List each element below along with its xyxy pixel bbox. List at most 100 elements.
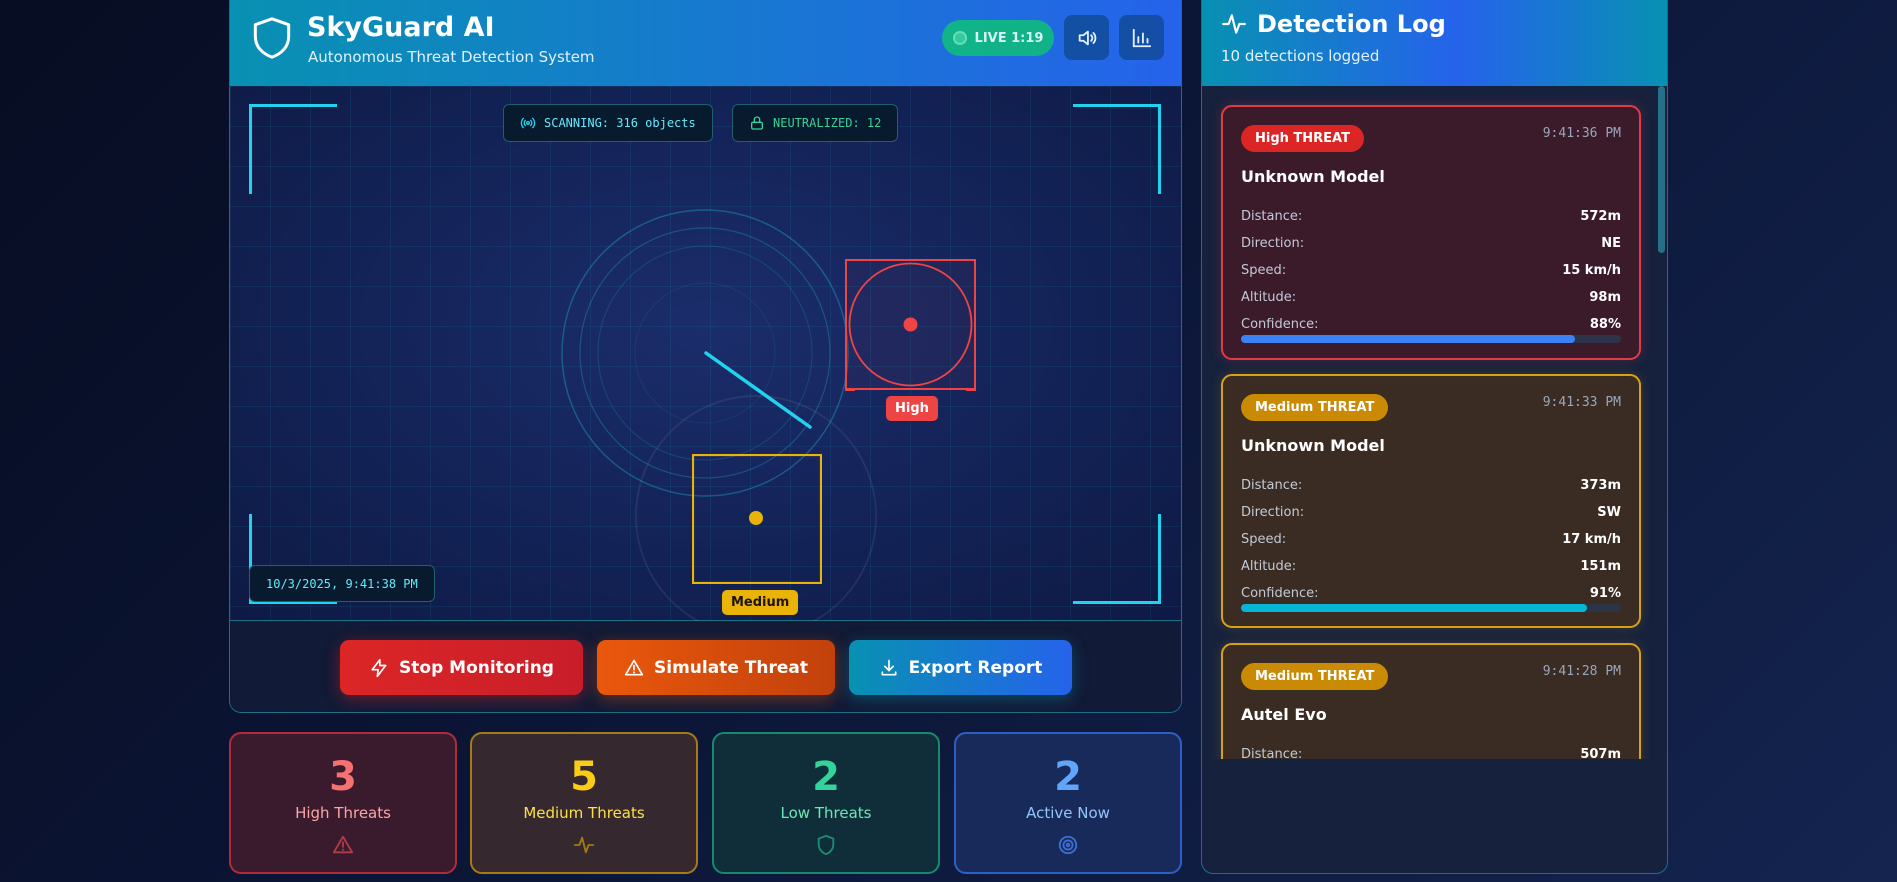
sound-toggle-button[interactable] [1064,15,1109,60]
download-icon [881,659,897,675]
scan-timestamp: 10/3/2025, 9:41:38 PM [249,565,435,602]
confidence-bar-fill [1241,604,1587,612]
confidence-bar [1241,335,1621,343]
confidence-row: Confidence: 88% [1241,314,1621,334]
stat-label: Low Threats [780,804,872,822]
detection-card[interactable]: High THREAT 9:41:36 PM Unknown Model Dis… [1221,105,1641,360]
target-icon [1058,835,1078,855]
radar-sweep-line [704,351,812,429]
live-indicator-dot [952,31,967,45]
altitude-row: Altitude: 98m [1241,287,1621,307]
confidence-label: Confidence: [1241,585,1319,601]
direction-row: Direction: SW [1241,502,1621,522]
stat-value: 5 [570,754,598,800]
distance-label: Distance: [1241,746,1303,760]
high-threat-target[interactable] [845,259,976,391]
export-report-label: Export Report [908,657,1043,678]
speed-value: 15 km/h [1562,262,1621,278]
confidence-value: 88% [1589,316,1621,332]
app-header: SkyGuard AI Autonomous Threat Detection … [230,0,1181,86]
direction-label: Direction: [1241,504,1305,520]
detection-card[interactable]: Medium THREAT 9:41:28 PM Autel Evo Dista… [1221,643,1641,759]
simulate-threat-button[interactable]: Simulate Threat [597,640,835,695]
distance-label: Distance: [1241,208,1303,224]
direction-value: NE [1601,235,1621,251]
distance-value: 507m [1580,746,1621,760]
detection-log-panel: Detection Log 10 detections logged High … [1201,0,1668,874]
pulse-icon [573,836,595,854]
altitude-label: Altitude: [1241,558,1297,574]
detection-log-count: 10 detections logged [1221,47,1380,65]
altitude-row: Altitude: 151m [1241,556,1621,576]
control-bar: Stop Monitoring Simulate Threat Export R… [230,621,1181,712]
high-target-label: High [886,396,938,421]
distance-value: 373m [1580,477,1621,493]
speed-label: Speed: [1241,531,1287,547]
stop-monitoring-label: Stop Monitoring [399,657,554,678]
distance-row: Distance: 572m [1241,206,1621,226]
shield-icon [817,834,835,856]
threat-level-badge: High THREAT [1241,125,1364,152]
detection-log-list[interactable]: High THREAT 9:41:36 PM Unknown Model Dis… [1202,86,1667,759]
app-title: SkyGuard AI [307,12,495,43]
live-status-label: LIVE 1:19 [974,30,1044,46]
stat-label: Medium Threats [523,804,645,822]
drone-model: Autel Evo [1241,705,1327,724]
speed-label: Speed: [1241,262,1287,278]
lightning-icon [371,658,387,677]
speed-row: Speed: 17 km/h [1241,529,1621,549]
distance-row: Distance: 507m [1241,744,1621,760]
stat-value: 2 [1054,754,1082,800]
medium-threat-target[interactable] [692,454,822,584]
altitude-label: Altitude: [1241,289,1297,305]
radar-scan-area: SCANNING: 316 objects NEUTRALIZED: 12 Hi… [230,86,1181,621]
app-subtitle: Autonomous Threat Detection System [308,48,595,66]
live-status-badge: LIVE 1:19 [942,20,1054,56]
pulse-icon [1222,14,1246,34]
threat-level-badge: Medium THREAT [1241,394,1389,421]
altitude-value: 98m [1589,289,1621,305]
distance-row: Distance: 373m [1241,475,1621,495]
confidence-bar [1241,604,1621,612]
direction-value: SW [1597,504,1621,520]
detection-log-header: Detection Log 10 detections logged [1202,0,1667,86]
direction-row: Direction: NE [1241,233,1621,253]
stat-card-medium: 5 Medium Threats [470,732,698,874]
warning-icon [624,659,644,675]
confidence-row: Confidence: 91% [1241,583,1621,603]
export-report-button[interactable]: Export Report [849,640,1072,695]
drone-model: Unknown Model [1241,167,1385,186]
detection-log-title: Detection Log [1257,10,1446,38]
stat-card-high: 3 High Threats [229,732,457,874]
speed-row: Speed: 15 km/h [1241,260,1621,280]
confidence-label: Confidence: [1241,316,1319,332]
stat-value: 3 [329,754,357,800]
drone-model: Unknown Model [1241,436,1385,455]
shield-logo-icon [253,17,291,59]
stat-card-active: 2 Active Now [954,732,1182,874]
confidence-value: 91% [1589,585,1621,601]
detection-card[interactable]: Medium THREAT 9:41:33 PM Unknown Model D… [1221,374,1641,628]
warning-icon [332,835,354,854]
log-scrollbar[interactable] [1658,86,1665,253]
detection-time: 9:41:28 PM [1542,664,1621,679]
confidence-bar-fill [1241,335,1576,343]
threat-level-badge: Medium THREAT [1241,663,1389,690]
speaker-icon [1078,30,1096,45]
analytics-button[interactable] [1119,15,1164,60]
stat-label: Active Now [1026,804,1110,822]
stat-value: 2 [812,754,840,800]
monitoring-panel: SkyGuard AI Autonomous Threat Detection … [229,0,1182,713]
distance-label: Distance: [1241,477,1303,493]
speed-value: 17 km/h [1562,531,1621,547]
bar-chart-icon [1132,28,1151,47]
simulate-threat-label: Simulate Threat [654,657,808,678]
direction-label: Direction: [1241,235,1305,251]
stat-label: High Threats [295,804,391,822]
stop-monitoring-button[interactable]: Stop Monitoring [340,640,583,695]
detection-time: 9:41:36 PM [1542,126,1621,141]
medium-target-label: Medium [722,590,799,615]
distance-value: 572m [1580,208,1621,224]
detection-time: 9:41:33 PM [1542,395,1621,410]
altitude-value: 151m [1580,558,1621,574]
